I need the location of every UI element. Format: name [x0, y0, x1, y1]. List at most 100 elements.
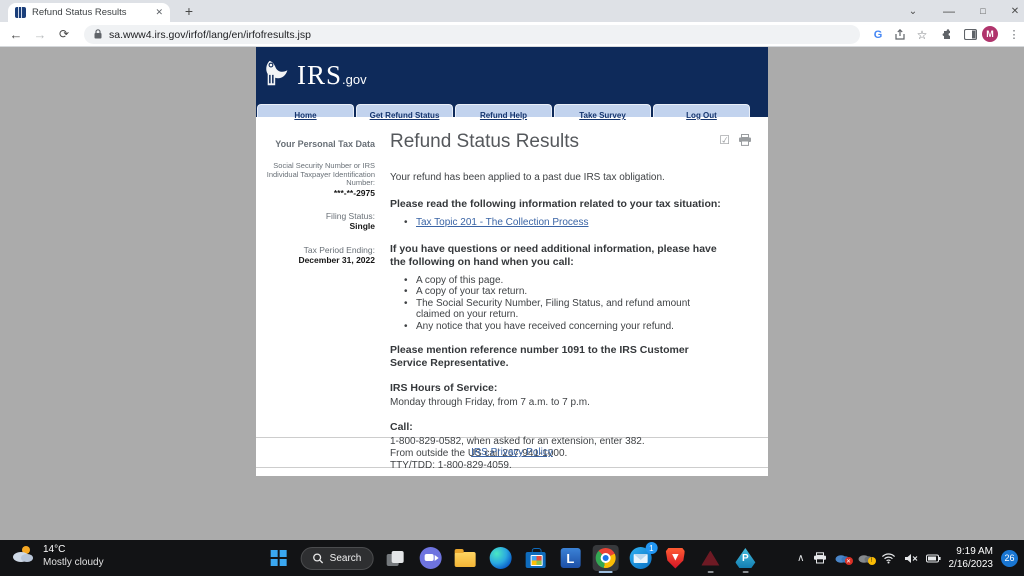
browser-tab-strip: Refund Status Results ✕ + ⌄ — □ ✕: [0, 0, 1024, 22]
extensions-puzzle-icon[interactable]: [938, 25, 958, 44]
running-indicator: [742, 571, 748, 574]
windows-taskbar: 14°C Mostly cloudy Search L 1: [0, 540, 1024, 576]
forward-button[interactable]: →: [30, 25, 50, 44]
start-button[interactable]: [266, 545, 292, 571]
sync-error-badge: ✕: [845, 557, 853, 565]
lock-icon: [94, 26, 102, 44]
onedrive-error-icon[interactable]: ✕: [835, 553, 850, 563]
irs-logo-suffix: .gov: [342, 72, 367, 87]
share-icon[interactable]: [890, 25, 910, 44]
window-close-button[interactable]: ✕: [1000, 0, 1024, 22]
taskbar-search[interactable]: Search: [301, 547, 374, 570]
file-explorer-button[interactable]: [452, 545, 478, 571]
nav-tab-log-out[interactable]: Log Out: [653, 104, 750, 117]
microsoft-store-button[interactable]: [522, 545, 548, 571]
call-label: Call:: [390, 421, 752, 434]
list-item: The Social Security Number, Filing Statu…: [414, 298, 724, 321]
folder-icon: [455, 552, 476, 567]
tab-search-icon[interactable]: ⌄: [898, 0, 928, 22]
edit-check-icon[interactable]: ☑: [719, 134, 730, 146]
weather-icon: [10, 544, 36, 569]
irs-favicon-icon: [15, 7, 26, 18]
tax-period-value: December 31, 2022: [256, 255, 375, 266]
task-view-icon: [387, 551, 404, 566]
p-app-icon: P: [735, 548, 755, 568]
notification-count-badge[interactable]: 26: [1001, 550, 1018, 567]
bookmark-star-icon[interactable]: ☆: [912, 25, 932, 44]
p-app-button[interactable]: P: [732, 545, 758, 571]
main-content: Refund Status Results ☑ Your refund has …: [380, 117, 768, 437]
edge-button[interactable]: [487, 545, 513, 571]
ssn-value: ***-**-2975: [256, 188, 375, 199]
edge-icon: [489, 547, 511, 569]
irs-page-column: IRS .gov Home Get Refund Status Refund H…: [256, 47, 768, 476]
thunderbird-button[interactable]: 1: [627, 545, 653, 571]
task-view-button[interactable]: [382, 545, 408, 571]
windows-logo-icon: [271, 550, 287, 566]
tax-period-label: Tax Period Ending:: [256, 245, 375, 255]
cloud-warning-icon[interactable]: !: [858, 553, 873, 563]
print-icon[interactable]: [738, 134, 752, 146]
triangle-app-icon: [701, 551, 719, 566]
filing-status-label: Filing Status:: [256, 211, 375, 221]
nav-tab-refund-help[interactable]: Refund Help: [455, 104, 552, 117]
weather-widget[interactable]: 14°C Mostly cloudy: [10, 544, 104, 569]
questions-header: If you have questions or need additional…: [390, 243, 720, 269]
profile-avatar[interactable]: M: [982, 26, 998, 42]
tray-chevron-up-icon[interactable]: ∧: [797, 553, 804, 564]
minimize-button[interactable]: —: [934, 0, 964, 22]
chrome-running-indicator: [598, 571, 612, 574]
privacy-policy-link[interactable]: IRS Privacy Policy: [471, 447, 553, 458]
read-information-header: Please read the following information re…: [390, 198, 752, 211]
list-item: A copy of your tax return.: [414, 286, 752, 298]
clock-widget[interactable]: 9:19 AM 2/16/2023: [949, 545, 994, 571]
nav-tab-take-survey[interactable]: Take Survey: [554, 104, 651, 117]
call-checklist: A copy of this page. A copy of your tax …: [390, 275, 752, 333]
store-bag-icon: [525, 552, 545, 568]
refund-status-message: Your refund has been applied to a past d…: [390, 172, 752, 183]
battery-icon[interactable]: [926, 554, 941, 563]
address-bar[interactable]: sa.www4.irs.gov/irfof/lang/en/irfofresul…: [84, 25, 860, 44]
brave-shield-icon: [666, 548, 685, 569]
browser-menu-icon[interactable]: ⋮: [1004, 25, 1024, 44]
back-button[interactable]: ←: [6, 25, 26, 44]
sidebar-title: Your Personal Tax Data: [256, 139, 375, 149]
chrome-button[interactable]: [592, 545, 618, 571]
ssn-label: Social Security Number or IRS Individual…: [256, 162, 375, 187]
list-item: Tax Topic 201 - The Collection Process: [414, 217, 752, 229]
reload-button[interactable]: ⟳: [54, 25, 74, 44]
search-icon: [313, 553, 324, 564]
call-line: 1-800-829-0582, when asked for an extens…: [390, 436, 752, 448]
page-viewport: IRS .gov Home Get Refund Status Refund H…: [0, 47, 1024, 540]
reference-number-note: Please mention reference number 1091 to …: [390, 344, 710, 370]
irs-site-header: IRS .gov: [256, 47, 768, 103]
filing-status-value: Single: [256, 221, 375, 232]
triangle-app-button[interactable]: [697, 545, 723, 571]
l-app-button[interactable]: L: [557, 545, 583, 571]
wifi-icon[interactable]: [881, 552, 896, 564]
site-body: Your Personal Tax Data Social Security N…: [256, 117, 768, 437]
site-navigation: Home Get Refund Status Refund Help Take …: [256, 103, 768, 117]
hours-of-service-value: Monday through Friday, from 7 a.m. to 7 …: [390, 397, 752, 409]
google-icon[interactable]: G: [868, 25, 888, 44]
brave-button[interactable]: [662, 545, 688, 571]
tax-topic-link[interactable]: Tax Topic 201 - The Collection Process: [416, 217, 589, 228]
new-tab-button[interactable]: +: [180, 2, 198, 20]
chrome-icon: [595, 548, 615, 568]
maximize-button[interactable]: □: [968, 0, 998, 22]
page-title: Refund Status Results: [390, 131, 579, 153]
browser-tab[interactable]: Refund Status Results ✕: [8, 3, 170, 22]
nav-tab-home[interactable]: Home: [257, 104, 354, 117]
chat-button[interactable]: [417, 545, 443, 571]
tab-close-icon[interactable]: ✕: [155, 7, 163, 18]
browser-toolbar: ← → ⟳ sa.www4.irs.gov/irfof/lang/en/irfo…: [0, 22, 1024, 47]
volume-muted-icon[interactable]: [904, 553, 918, 564]
chat-icon: [419, 547, 441, 569]
personal-tax-data-sidebar: Your Personal Tax Data Social Security N…: [256, 117, 380, 437]
search-label: Search: [330, 553, 362, 564]
irs-eagle-logo-icon: [263, 58, 293, 93]
printer-tray-icon[interactable]: [813, 552, 827, 564]
side-panel-icon[interactable]: [960, 25, 980, 44]
nav-tab-get-refund-status[interactable]: Get Refund Status: [356, 104, 453, 117]
call-line: TTY/TDD: 1-800-829-4059.: [390, 460, 752, 472]
